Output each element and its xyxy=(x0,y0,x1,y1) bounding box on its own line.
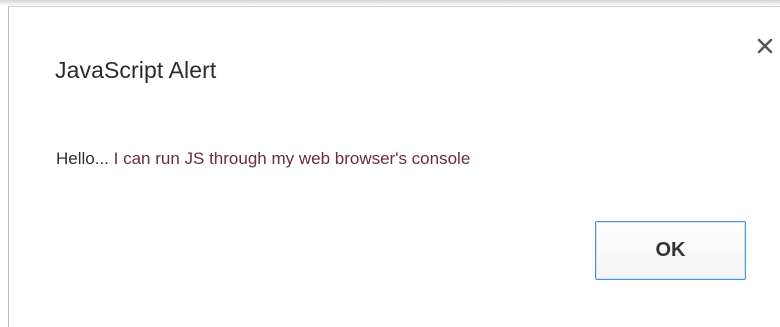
screen: JavaScript Alert Hello... I can run JS t… xyxy=(0,0,780,327)
dialog-title: JavaScript Alert xyxy=(55,57,217,83)
alert-message-prefix: Hello... xyxy=(56,149,114,168)
close-icon[interactable] xyxy=(753,34,777,58)
javascript-alert-dialog: JavaScript Alert Hello... I can run JS t… xyxy=(8,6,780,327)
alert-message: Hello... I can run JS through my web bro… xyxy=(56,149,470,169)
alert-message-body: I can run JS through my web browser's co… xyxy=(113,149,471,168)
ok-button[interactable]: OK xyxy=(595,221,746,280)
